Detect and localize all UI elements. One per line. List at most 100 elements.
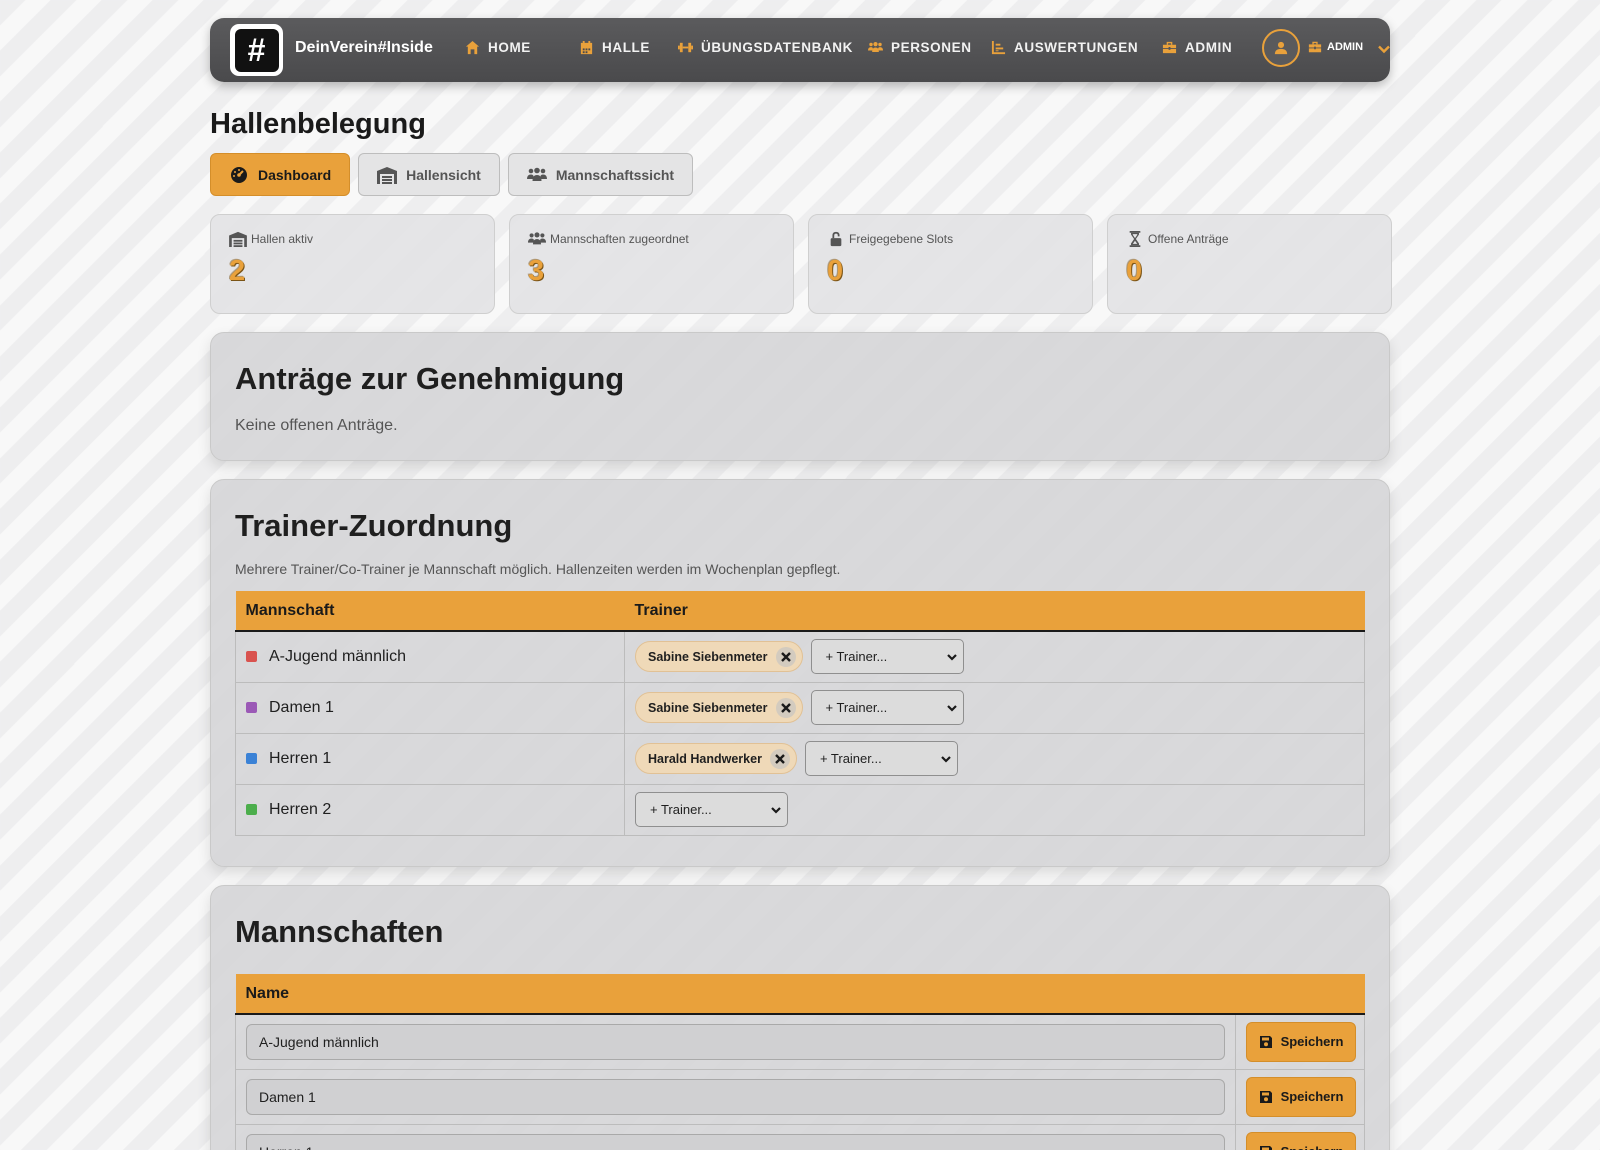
hourglass-icon xyxy=(1129,231,1141,247)
chevron-down-icon xyxy=(941,755,951,763)
column-header: Name xyxy=(235,974,1236,1015)
nav-item-label: ADMIN xyxy=(1185,40,1233,55)
user-role-menu[interactable]: ADMIN xyxy=(1308,40,1363,54)
nav-item-label: AUSWERTUNGEN xyxy=(1014,40,1139,55)
team-name-cell: Herren 2 xyxy=(246,801,614,819)
team-name-input[interactable]: A-Jugend männlich xyxy=(246,1023,1225,1060)
nav-item-halle[interactable]: HALLE xyxy=(579,40,650,55)
team-name: A-Jugend männlich xyxy=(269,647,406,665)
nav-item-label: PERSONEN xyxy=(891,40,972,55)
nav-item-admin[interactable]: ADMIN xyxy=(1162,40,1232,55)
view-tabs: Dashboard Hallensicht Mannschaftssicht xyxy=(210,153,694,196)
trainer-name: Sabine Siebenmeter xyxy=(648,649,768,664)
team-cell: Herren 2 xyxy=(235,783,625,836)
nav-item-label: HOME xyxy=(488,40,531,55)
nav-item-auswertungen[interactable]: AUSWERTUNGEN xyxy=(991,40,1138,55)
warehouse-icon xyxy=(377,166,398,184)
save-button-label: Speichern xyxy=(1280,1089,1344,1104)
user-menu-toggle[interactable] xyxy=(1377,42,1391,56)
stat-label: Mannschaften zugeordnet xyxy=(550,232,689,246)
nav-item-label: HALLE xyxy=(602,40,650,55)
brand-logo[interactable]: # xyxy=(230,24,283,76)
dumbbell-icon xyxy=(678,42,693,53)
calendar-icon xyxy=(580,40,593,55)
stat-mannschaften-zugeordnet: Mannschaften zugeordnet 3 xyxy=(509,214,794,314)
trainer-assignment-description: Mehrere Trainer/Co-Trainer je Mannschaft… xyxy=(235,561,841,577)
nav-item-label: ÜBUNGSDATENBANK xyxy=(701,40,853,55)
add-trainer-select[interactable]: + Trainer... xyxy=(804,741,958,776)
toolbox-icon xyxy=(1162,41,1177,54)
users-icon xyxy=(526,167,547,181)
save-button[interactable]: Speichern xyxy=(1246,1131,1356,1150)
team-name: Herren 1 xyxy=(269,749,332,767)
tab-hallensicht[interactable]: Hallensicht xyxy=(358,153,500,196)
toolbox-icon xyxy=(1308,41,1322,53)
remove-trainer-button[interactable] xyxy=(775,646,796,667)
trainer-list: + Trainer... xyxy=(635,792,1354,827)
nav-item-home[interactable]: HOME xyxy=(465,40,531,55)
add-trainer-select[interactable]: + Trainer... xyxy=(810,639,964,675)
close-icon xyxy=(780,702,791,713)
trainer-list: Sabine Siebenmeter + Trainer... xyxy=(635,690,1354,725)
add-trainer-select[interactable]: + Trainer... xyxy=(635,792,788,827)
remove-trainer-button[interactable] xyxy=(775,697,796,718)
save-icon xyxy=(1259,1145,1272,1150)
stat-label: Offene Anträge xyxy=(1148,232,1229,246)
teams-table: Name A-Jugend männlich Speichern Damen 1 Sp… xyxy=(235,974,1365,1150)
team-actions-cell: Speichern xyxy=(1235,1123,1365,1150)
users-icon xyxy=(868,42,883,52)
trainer-list: Harald Handwerker + Trainer... xyxy=(635,741,1354,776)
approvals-title: Anträge zur Genehmigung xyxy=(235,361,625,396)
team-name-cell: Damen 1 xyxy=(246,699,614,717)
stat-hallen-aktiv: Hallen aktiv 2 xyxy=(210,214,495,314)
team-name-input-cell: Damen 1 xyxy=(235,1068,1236,1125)
stat-freigegebene-slots: Freigegebene Slots 0 xyxy=(808,214,1093,314)
tab-dashboard[interactable]: Dashboard xyxy=(210,153,351,196)
users-icon xyxy=(528,232,546,245)
team-name-input[interactable]: Herren 1 xyxy=(246,1133,1225,1150)
team-color-dot xyxy=(246,753,257,764)
team-color-dot xyxy=(246,804,257,815)
remove-trainer-button[interactable] xyxy=(769,748,790,769)
stat-value: 0 xyxy=(1126,255,1143,287)
trainer-chip: Sabine Siebenmeter xyxy=(635,692,803,723)
table-row: A-Jugend männlich Speichern xyxy=(235,1014,1365,1070)
save-button[interactable]: Speichern xyxy=(1246,1021,1356,1062)
stats-row: Hallen aktiv 2 Mannschaften zugeordnet 3… xyxy=(210,214,1392,314)
chevron-down-icon xyxy=(1378,45,1390,54)
save-icon xyxy=(1259,1090,1272,1103)
team-cell: Damen 1 xyxy=(235,681,625,734)
trainer-name: Sabine Siebenmeter xyxy=(648,700,768,715)
nav-item-personen[interactable]: PERSONEN xyxy=(868,40,972,55)
tab-label: Dashboard xyxy=(258,166,332,183)
stat-label: Hallen aktiv xyxy=(251,232,314,246)
close-icon xyxy=(780,651,791,662)
trainer-cell: Harald Handwerker + Trainer... xyxy=(624,732,1365,785)
approvals-card: Anträge zur Genehmigung Keine offenen An… xyxy=(210,332,1390,461)
table-row: Herren 2 + Trainer... xyxy=(235,783,1365,836)
tab-mannschaftssicht[interactable]: Mannschaftssicht xyxy=(507,153,694,196)
trainer-cell: Sabine Siebenmeter + Trainer... xyxy=(624,631,1365,683)
table-row: Damen 1 Speichern xyxy=(235,1068,1365,1125)
team-name-input[interactable]: Damen 1 xyxy=(246,1078,1225,1115)
trainer-assignment-card: Trainer-Zuordnung Mehrere Trainer/Co-Tra… xyxy=(210,479,1390,867)
chevron-down-icon xyxy=(946,653,957,661)
table-row: Herren 1 Speichern xyxy=(235,1123,1365,1150)
add-trainer-select[interactable]: + Trainer... xyxy=(810,690,964,725)
team-cell: A-Jugend männlich xyxy=(235,631,625,683)
team-cell: Herren 1 xyxy=(235,732,625,785)
trainer-table: Mannschaft Trainer A-Jugend männlich Sabi… xyxy=(235,591,1365,836)
user-role-label: ADMIN xyxy=(1327,41,1364,53)
chevron-down-icon xyxy=(946,704,957,712)
user-avatar[interactable] xyxy=(1262,29,1300,67)
save-button-label: Speichern xyxy=(1280,1034,1344,1050)
trainer-list: Sabine Siebenmeter + Trainer... xyxy=(635,639,1354,675)
page-title: Hallenbelegung xyxy=(210,108,426,140)
select-value: + Trainer... xyxy=(825,700,888,715)
save-button[interactable]: Speichern xyxy=(1246,1076,1356,1117)
trainer-cell: Sabine Siebenmeter + Trainer... xyxy=(624,681,1365,734)
nav-item-uebungsdatenbank[interactable]: ÜBUNGSDATENBANK xyxy=(678,40,853,55)
teams-title: Mannschaften xyxy=(235,914,444,949)
team-actions-cell: Speichern xyxy=(1235,1014,1365,1070)
brand-name[interactable]: DeinVerein#Inside xyxy=(295,39,433,57)
